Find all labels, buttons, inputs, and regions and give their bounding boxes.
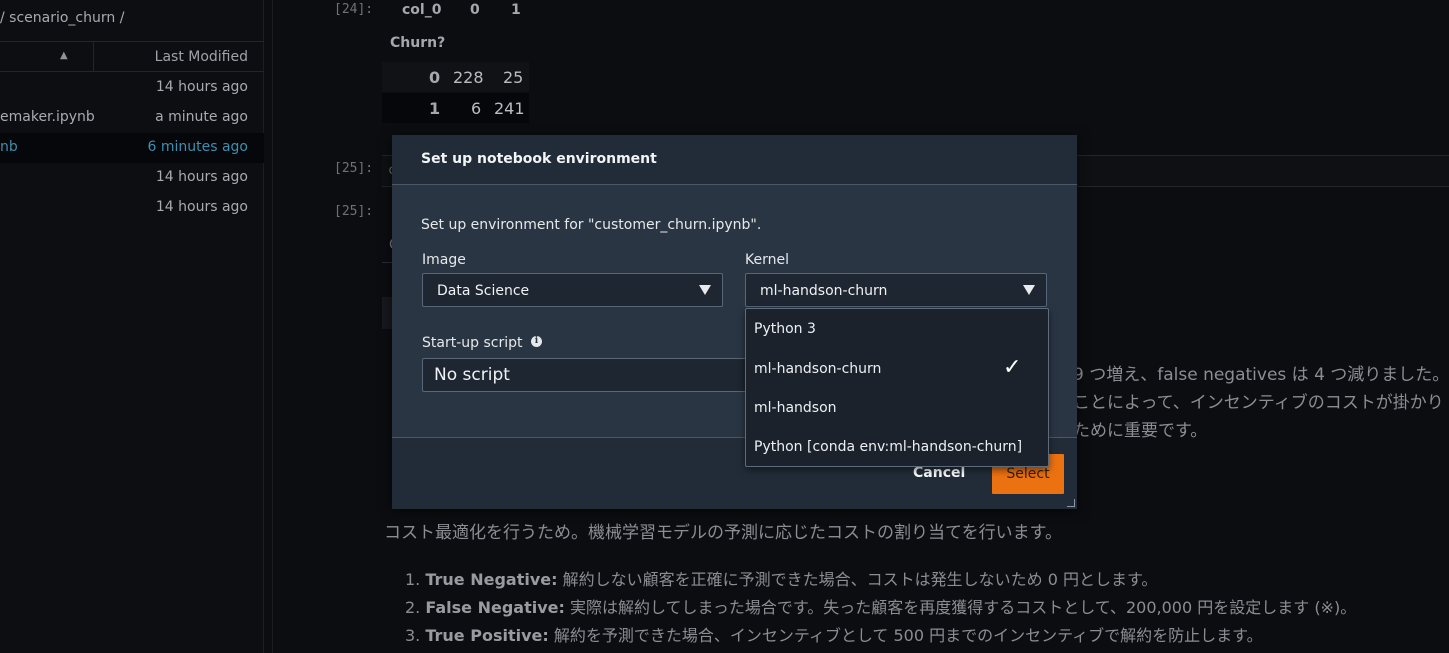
crosstab-row: 1 6 241: [382, 93, 529, 123]
crosstab-cell: 6: [471, 99, 482, 118]
file-modified: 14 hours ago: [155, 169, 248, 185]
file-list-header: ▲ Last Modified: [0, 41, 264, 72]
kernel-option-ml-handson-churn[interactable]: ml-handson-churn ✓: [746, 349, 1048, 388]
cancel-button[interactable]: Cancel: [913, 465, 965, 481]
dialog-header: Set up notebook environment: [392, 135, 1077, 185]
file-name: emaker.ipynb: [0, 109, 95, 125]
dialog-description: Set up environment for "customer_churn.i…: [421, 217, 762, 233]
crosstab-cell: 25: [503, 68, 524, 87]
sort-ascending-icon[interactable]: ▲: [60, 50, 68, 61]
kernel-option-label: Python [conda env:ml-handson-churn]: [754, 439, 1023, 455]
cost-list-item: 2. False Negative: 実際は解約してしまった場合です。失った顧客…: [405, 594, 1356, 618]
kernel-option-conda-env[interactable]: Python [conda env:ml-handson-churn]: [746, 427, 1048, 466]
list-text: 解約しない顧客を正確に予測できた場合、コストは発生しないため 0 円とします。: [557, 570, 1158, 589]
cost-list-item: 3. True Positive: 解約を予測できた場合、インセンティブとして …: [405, 622, 1263, 646]
crosstab-row-label: 0: [429, 68, 441, 87]
kernel-option-label: ml-handson: [754, 400, 837, 416]
crosstab-row-header: Churn?: [390, 35, 446, 51]
file-row[interactable]: 14 hours ago: [0, 73, 264, 103]
startup-script-label: Start-up script: [422, 335, 523, 351]
crosstab-col-value: 1: [511, 2, 521, 18]
file-browser-panel: / scenario_churn / ▲ Last Modified 14 ho…: [0, 0, 264, 653]
image-select[interactable]: Data Science: [422, 273, 723, 307]
cell-prompt: [24]:: [334, 2, 374, 17]
kernel-option-label: ml-handson-churn: [754, 361, 882, 377]
markdown-text: ことによって、インセンティブのコストが掛かり: [1073, 393, 1444, 413]
list-text: 実際は解約してしまった場合です。失った顧客を再度獲得するコストとして、200,0…: [564, 598, 1357, 617]
kernel-select[interactable]: ml-handson-churn: [745, 273, 1047, 307]
markdown-text: ために重要です。: [1073, 421, 1208, 441]
kernel-dropdown-menu: Python 3 ml-handson-churn ✓ ml-handson P…: [745, 308, 1049, 467]
column-divider[interactable]: [93, 42, 94, 72]
cost-list-item: 1. True Negative: 解約しない顧客を正確に予測できた場合、コスト…: [405, 566, 1157, 590]
crosstab-cell: 241: [494, 99, 525, 118]
file-row[interactable]: emaker.ipynb a minute ago: [0, 103, 264, 133]
file-modified: 14 hours ago: [155, 79, 248, 95]
last-modified-column-header[interactable]: Last Modified: [155, 49, 248, 65]
resize-handle-icon[interactable]: [1067, 499, 1075, 507]
kernel-option-python3[interactable]: Python 3: [746, 309, 1048, 348]
image-select-value: Data Science: [437, 283, 530, 299]
cost-intro-text: コスト最適化を行うため。機械学習モデルの予測に応じたコストの割り当てを行います。: [384, 523, 1062, 543]
crosstab-row-label: 1: [429, 99, 441, 118]
list-term: True Negative:: [425, 570, 558, 589]
caret-down-icon: [699, 285, 711, 295]
kernel-select-value: ml-handson-churn: [760, 283, 888, 299]
kernel-label: Kernel: [745, 252, 789, 268]
image-label: Image: [422, 252, 466, 268]
jupyter-workspace: / scenario_churn / ▲ Last Modified 14 ho…: [0, 0, 1449, 653]
kernel-option-ml-handson[interactable]: ml-handson: [746, 388, 1048, 427]
markdown-text: 9 つ増え、false negatives は 4 つ減りました。全: [1073, 365, 1449, 385]
list-number: 2.: [405, 598, 421, 617]
crosstab-col-header: col_0: [402, 2, 442, 18]
file-row[interactable]: 14 hours ago: [0, 163, 264, 193]
crosstab-row: 0 228 25: [382, 62, 529, 92]
cell-prompt: [25]:: [334, 204, 374, 219]
list-term: True Positive:: [425, 626, 549, 645]
crosstab-col-value: 0: [470, 2, 480, 18]
list-term: False Negative:: [425, 598, 565, 617]
list-number: 3.: [405, 626, 421, 645]
checkmark-icon: ✓: [1003, 355, 1022, 380]
kernel-option-label: Python 3: [754, 321, 816, 337]
file-modified: 6 minutes ago: [147, 139, 248, 155]
startup-script-select[interactable]: No script: [422, 358, 752, 392]
file-row-selected[interactable]: nb 6 minutes ago: [0, 133, 264, 163]
file-modified: a minute ago: [155, 109, 248, 125]
cell-prompt: [25]:: [334, 161, 374, 176]
breadcrumb[interactable]: / scenario_churn /: [0, 10, 124, 26]
file-modified: 14 hours ago: [155, 199, 248, 215]
file-name: nb: [0, 139, 18, 155]
dialog-title: Set up notebook environment: [421, 151, 657, 167]
list-number: 1.: [405, 570, 421, 589]
crosstab-cell: 228: [453, 68, 484, 87]
startup-script-value: No script: [434, 365, 510, 385]
info-icon[interactable]: i: [531, 336, 542, 347]
list-text: 解約を予測できた場合、インセンティブとして 500 円までのインセンティブで解約…: [548, 626, 1263, 645]
panel-splitter[interactable]: [272, 0, 273, 653]
file-row[interactable]: 14 hours ago: [0, 193, 264, 223]
caret-down-icon: [1023, 285, 1035, 295]
